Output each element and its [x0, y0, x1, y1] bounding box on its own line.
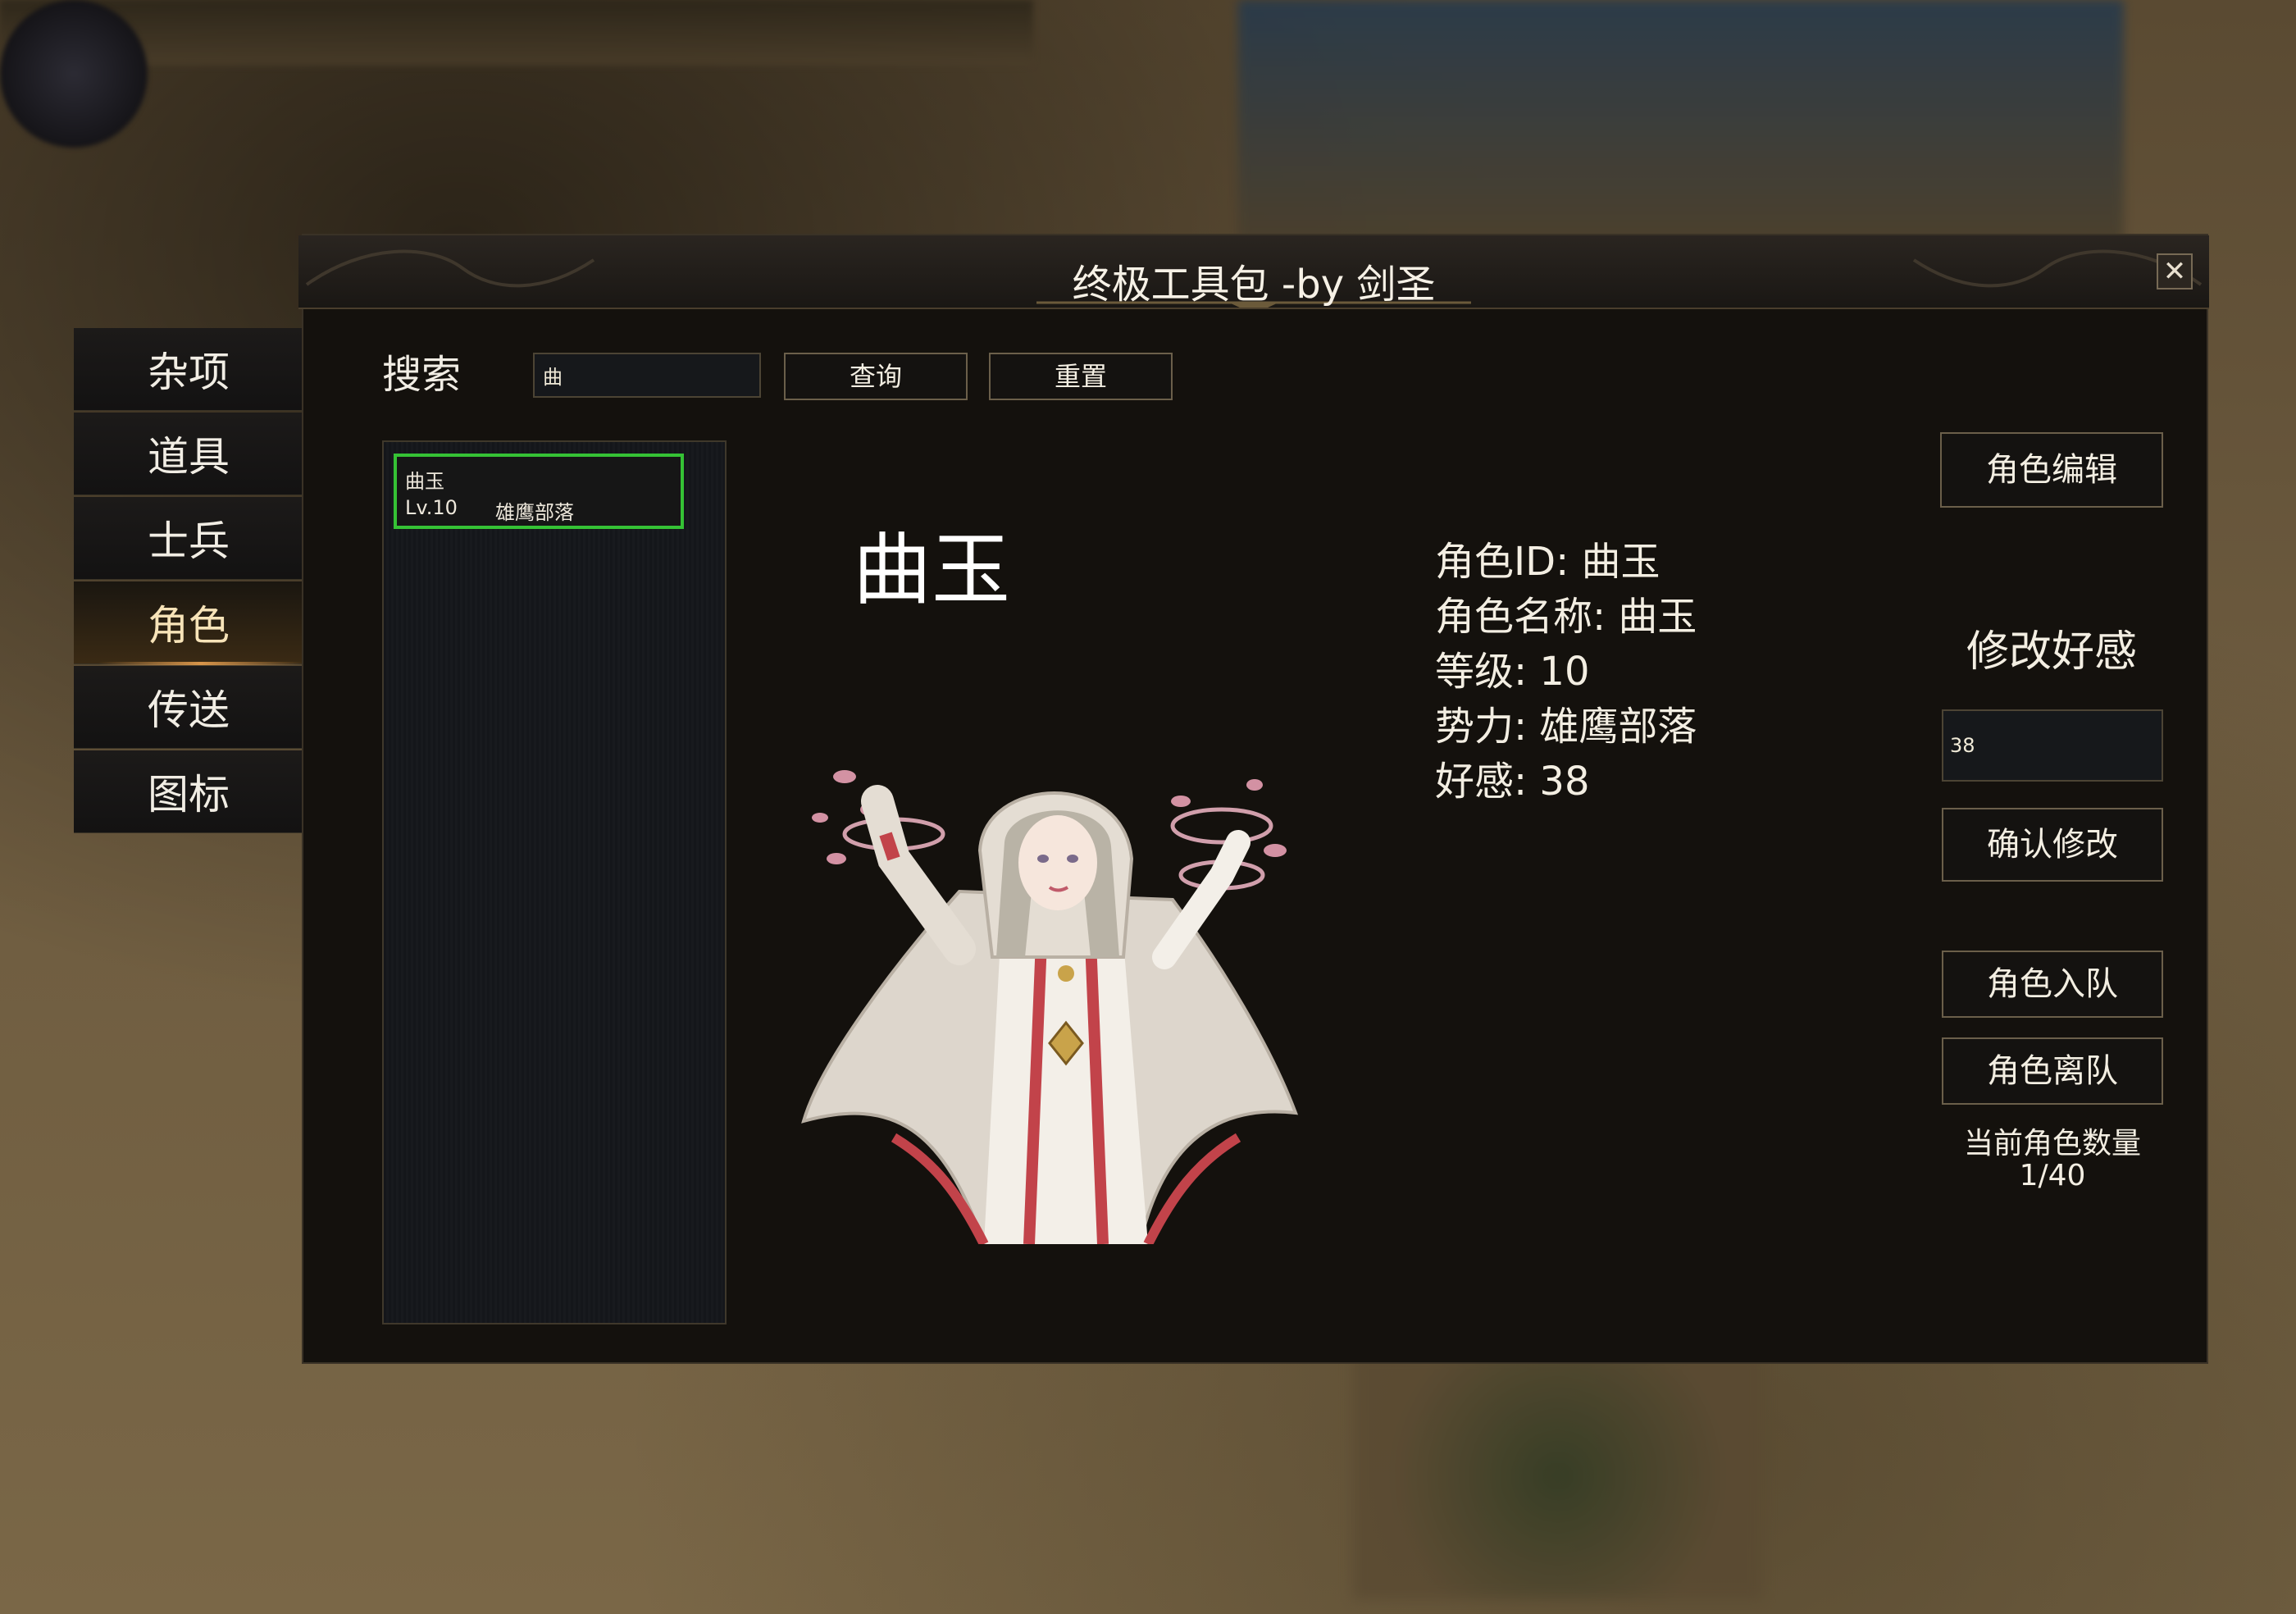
- background-game-panel: [1238, 0, 2124, 246]
- tab-items[interactable]: 道具: [74, 413, 303, 495]
- list-item-name: 曲玉: [405, 470, 444, 493]
- background-game-topbar: [0, 0, 1033, 66]
- tab-soldiers[interactable]: 士兵: [74, 497, 303, 580]
- tab-characters[interactable]: 角色: [74, 581, 303, 665]
- affection-label: 修改好感: [1966, 627, 2137, 677]
- window-title: 终极工具包 -by 剑圣: [1072, 262, 1436, 308]
- character-name: 角色名称: 曲玉: [1435, 594, 1697, 640]
- character-faction: 势力: 雄鹰部落: [1435, 704, 1697, 750]
- background-game-ground: [1353, 1353, 1763, 1599]
- tab-teleport[interactable]: 传送: [74, 666, 303, 749]
- character-id: 角色ID: 曲玉: [1435, 539, 1660, 585]
- edit-character-button[interactable]: 角色编辑: [1940, 432, 2163, 508]
- character-info: 角色ID: 曲玉 角色名称: 曲玉 等级: 10 势力: 雄鹰部落 好感: 38: [1435, 535, 1697, 809]
- background-game-orb: [0, 0, 148, 148]
- title-bar: 终极工具包 -by 剑圣 ✕: [298, 235, 2209, 309]
- join-party-button[interactable]: 角色入队: [1942, 951, 2163, 1018]
- search-label: 搜索: [382, 352, 462, 398]
- character-level: 等级: 10: [1435, 649, 1590, 695]
- character-name-heading: 曲玉: [853, 524, 1010, 616]
- reset-button[interactable]: 重置: [989, 353, 1173, 400]
- search-input[interactable]: [533, 353, 761, 398]
- party-count-label: 当前角色数量: [1963, 1127, 2141, 1160]
- party-count-value: 1/40: [2019, 1159, 2086, 1192]
- query-button[interactable]: 查询: [784, 353, 968, 400]
- leave-party-button[interactable]: 角色离队: [1942, 1037, 2163, 1105]
- character-portrait: [801, 770, 1299, 1244]
- affection-input[interactable]: [1942, 709, 2163, 782]
- list-item[interactable]: 曲玉 Lv.10 雄鹰部落: [394, 454, 684, 529]
- side-tab-menu: 杂项 道具 士兵 角色 传送 图标: [74, 328, 303, 835]
- character-affection: 好感: 38: [1435, 759, 1590, 805]
- list-item-level: Lv.10: [405, 496, 458, 519]
- character-result-list: 曲玉 Lv.10 雄鹰部落: [382, 440, 727, 1324]
- toolkit-window: 终极工具包 -by 剑圣 ✕ 搜索 查询 重置 曲玉 Lv.10 雄鹰部落 曲玉…: [298, 234, 2209, 1364]
- tab-misc[interactable]: 杂项: [74, 328, 303, 411]
- close-icon[interactable]: ✕: [2157, 253, 2193, 290]
- list-item-faction: 雄鹰部落: [495, 501, 574, 524]
- confirm-affection-button[interactable]: 确认修改: [1942, 808, 2163, 882]
- tab-icons[interactable]: 图标: [74, 750, 303, 833]
